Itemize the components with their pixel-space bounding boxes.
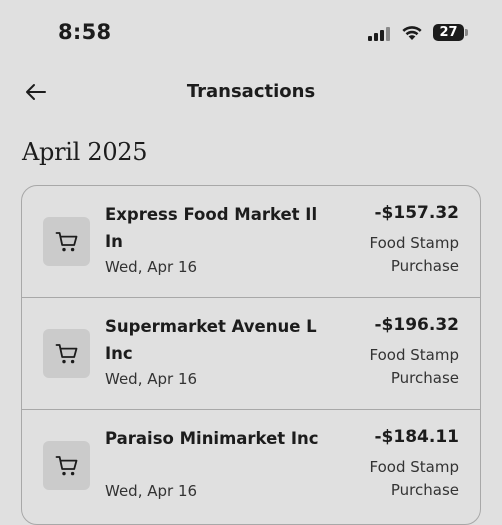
transaction-date: Wed, Apr 16 bbox=[105, 258, 198, 276]
battery-icon: 27 bbox=[433, 24, 464, 41]
status-time: 8:58 bbox=[58, 20, 112, 44]
merchant-name: Express Food Market Il In bbox=[105, 205, 318, 251]
status-bar: 8:58 27 bbox=[0, 0, 502, 68]
nav-header: Transactions bbox=[0, 72, 502, 112]
page-title: Transactions bbox=[186, 81, 316, 102]
signal-icon bbox=[368, 26, 390, 41]
battery-cap bbox=[465, 29, 468, 36]
transaction-amount: -$196.32 bbox=[374, 315, 460, 335]
cart-icon bbox=[43, 441, 90, 490]
month-heading: April 2025 bbox=[22, 138, 148, 166]
transaction-amount: -$184.11 bbox=[374, 427, 460, 447]
merchant-name: Supermarket Avenue L Inc bbox=[105, 317, 317, 363]
transaction-type: Food Stamp Purchase bbox=[369, 234, 459, 275]
merchant-name: Paraiso Minimarket Inc bbox=[105, 429, 319, 448]
transaction-row[interactable]: Supermarket Avenue L Inc Wed, Apr 16 -$1… bbox=[22, 298, 480, 410]
transaction-row[interactable]: Express Food Market Il In Wed, Apr 16 -$… bbox=[22, 186, 480, 298]
transaction-type: Food Stamp Purchase bbox=[369, 458, 459, 499]
cart-icon bbox=[43, 329, 90, 378]
transaction-type: Food Stamp Purchase bbox=[369, 346, 459, 387]
cart-icon bbox=[43, 217, 90, 266]
transaction-date: Wed, Apr 16 bbox=[105, 482, 198, 500]
transactions-list: Express Food Market Il In Wed, Apr 16 -$… bbox=[21, 185, 481, 525]
transaction-amount: -$157.32 bbox=[374, 203, 460, 223]
transaction-date: Wed, Apr 16 bbox=[105, 370, 198, 388]
transaction-row[interactable]: Paraiso Minimarket Inc Wed, Apr 16 -$184… bbox=[22, 410, 480, 522]
wifi-icon bbox=[402, 26, 422, 40]
